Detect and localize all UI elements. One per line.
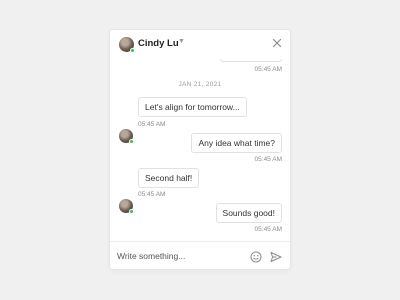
emoji-button[interactable] (250, 250, 262, 263)
contact-avatar (119, 199, 134, 214)
send-icon (270, 252, 282, 262)
previous-message-time: 05:45 AM (254, 66, 282, 73)
message-bubble-incoming: Second half! (138, 168, 200, 188)
message-bubble-outgoing: Sounds good! (215, 203, 282, 223)
chat-window: 05:45 AM JAN 21, 2021 Let's align for to… (110, 30, 290, 269)
online-status-dot (129, 139, 134, 144)
message-time: 05:45 AM (138, 121, 166, 128)
message-time: 05:45 AM (138, 191, 166, 198)
message-bubble-incoming: Let's align for tomorrow... (138, 97, 247, 117)
chevron-down-icon[interactable]: ▼ (178, 38, 185, 45)
message-bubble-outgoing: Any idea what time? (191, 133, 282, 153)
chat-header: Cindy Lu ▼ (110, 30, 290, 59)
contact-avatar (119, 129, 134, 144)
contact-name[interactable]: Cindy Lu (138, 38, 179, 49)
close-button[interactable] (271, 36, 283, 48)
online-status-dot (130, 48, 135, 53)
message-list[interactable]: 05:45 AM JAN 21, 2021 Let's align for to… (110, 30, 290, 241)
online-status-dot (129, 209, 134, 214)
send-button[interactable] (270, 250, 282, 262)
date-separator: JAN 21, 2021 (178, 81, 222, 88)
message-composer (110, 241, 290, 269)
message-time: 05:45 AM (254, 226, 282, 233)
smiley-icon (250, 251, 262, 263)
message-time: 05:45 AM (254, 156, 282, 163)
close-icon (272, 38, 282, 48)
message-input[interactable] (117, 248, 247, 264)
header-avatar[interactable] (119, 37, 135, 53)
